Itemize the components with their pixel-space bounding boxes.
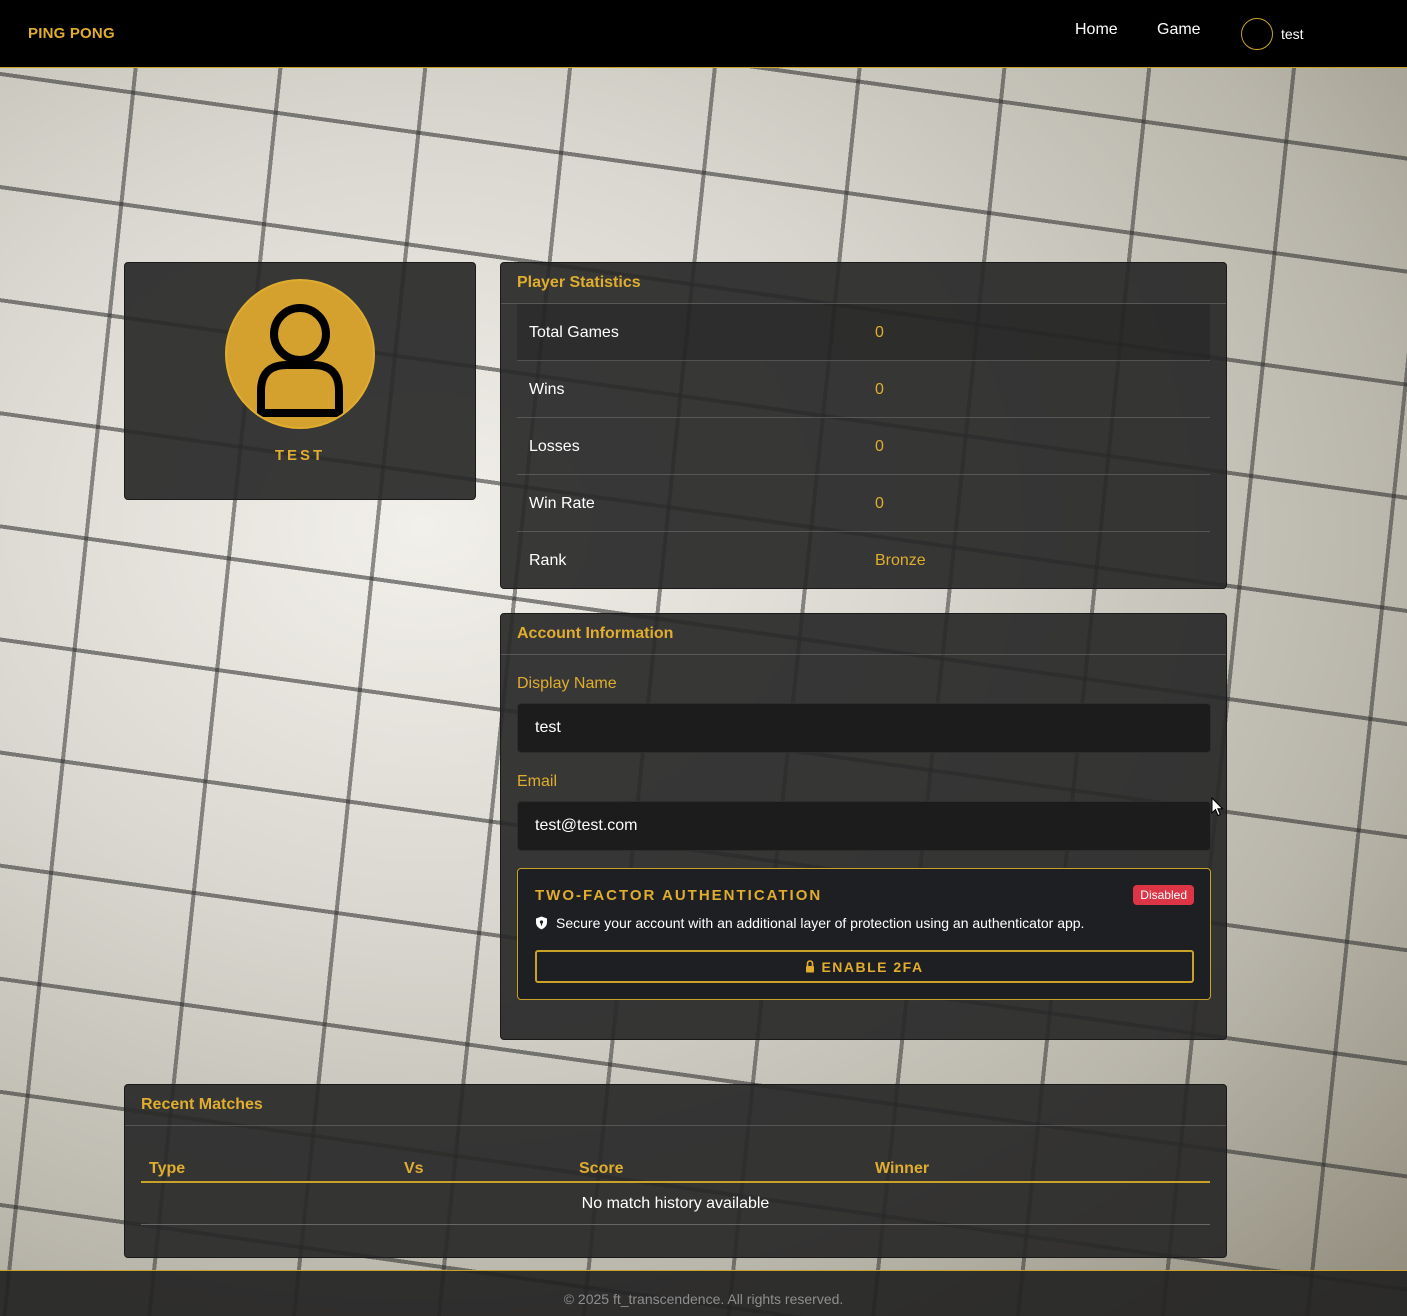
account-header: Account Information <box>501 614 1226 655</box>
tfa-description-row: Secure your account with an additional l… <box>535 915 1084 931</box>
page-footer: © 2025 ft_transcendence. All rights rese… <box>0 1270 1407 1316</box>
stat-row-total-games: Total Games 0 <box>517 304 1210 361</box>
tfa-description: Secure your account with an additional l… <box>556 915 1085 931</box>
column-header-score: Score <box>579 1160 624 1177</box>
profile-display-name: TEST <box>274 447 326 464</box>
stat-row-rank: Rank Bronze <box>517 532 1210 589</box>
email-field[interactable] <box>517 801 1211 851</box>
lock-icon <box>806 960 815 973</box>
empty-state-text: No match history available <box>581 1195 770 1212</box>
nav-username[interactable]: test <box>1281 26 1304 42</box>
stat-label: Total Games <box>529 324 619 341</box>
nav-avatar[interactable] <box>1241 18 1273 50</box>
top-navbar: PING PONG Home Game test <box>0 0 1407 68</box>
stat-label: Losses <box>529 438 580 455</box>
enable-2fa-label: ENABLE 2FA <box>821 958 924 975</box>
footer-copyright: © 2025 ft_transcendence. All rights rese… <box>563 1291 844 1307</box>
enable-2fa-button[interactable]: ENABLE 2FA <box>535 950 1194 983</box>
user-silhouette-icon <box>257 304 343 417</box>
stats-header: Player Statistics <box>501 263 1226 304</box>
stat-row-losses: Losses 0 <box>517 418 1210 475</box>
recent-matches-card: Recent Matches <box>124 1084 1227 1258</box>
stat-label: Wins <box>529 381 565 398</box>
profile-card: TEST <box>124 262 476 500</box>
stat-value: 0 <box>875 324 884 341</box>
tfa-title: TWO-FACTOR AUTHENTICATION <box>535 887 823 904</box>
tfa-status-badge: Disabled <box>1133 885 1194 905</box>
stat-value: 0 <box>875 438 884 455</box>
brand-logo-text[interactable]: PING PONG <box>28 25 115 42</box>
mouse-cursor-icon <box>1211 797 1224 817</box>
stat-label: Rank <box>529 552 567 569</box>
column-header-vs: Vs <box>404 1160 424 1177</box>
table-row: No match history available <box>141 1183 1210 1225</box>
column-header-winner: Winner <box>875 1160 930 1177</box>
player-statistics-card: Player Statistics Total Games 0 Wins 0 L… <box>500 262 1227 589</box>
matches-header: Recent Matches <box>125 1085 1226 1126</box>
profile-avatar <box>225 279 375 429</box>
account-information-card: Account Information Display Name Email T… <box>500 613 1227 1040</box>
stat-value: 0 <box>875 381 884 398</box>
two-factor-panel: TWO-FACTOR AUTHENTICATION Disabled Secur… <box>517 868 1211 1000</box>
nav-link-game[interactable]: Game <box>1157 21 1201 39</box>
email-label: Email <box>517 773 558 790</box>
column-header-type: Type <box>149 1160 186 1177</box>
stat-value: 0 <box>875 495 884 512</box>
nav-link-home[interactable]: Home <box>1075 21 1118 39</box>
display-name-field[interactable] <box>517 703 1211 753</box>
display-name-label: Display Name <box>517 675 617 692</box>
stat-row-win-rate: Win Rate 0 <box>517 475 1210 532</box>
stat-label: Win Rate <box>529 495 595 512</box>
stat-row-wins: Wins 0 <box>517 361 1210 418</box>
stat-value: Bronze <box>875 552 926 569</box>
shield-icon <box>536 916 547 930</box>
